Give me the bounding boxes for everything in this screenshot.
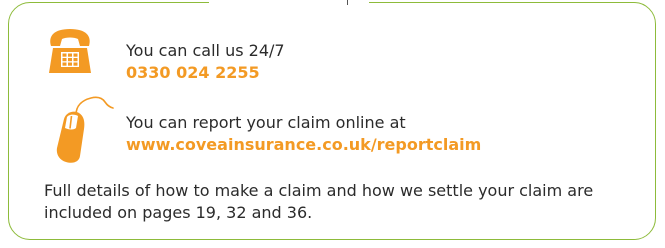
report-claim-link[interactable]: www.coveainsurance.co.uk/reportclaim xyxy=(126,134,481,156)
phone-number[interactable]: 0330 024 2255 xyxy=(126,62,260,84)
claim-details-text: Full details of how to make a claim and … xyxy=(44,181,594,222)
report-online-text: You can report your claim online at xyxy=(126,113,406,132)
claims-info-panel: You can call us 24/7 0330 024 2255 You c… xyxy=(8,0,656,240)
call-text: You can call us 24/7 xyxy=(126,41,285,60)
telephone-icon xyxy=(47,26,93,76)
computer-mouse-icon xyxy=(53,93,117,165)
panel-top-gap xyxy=(209,0,369,7)
panel-divider-tick xyxy=(347,0,348,5)
